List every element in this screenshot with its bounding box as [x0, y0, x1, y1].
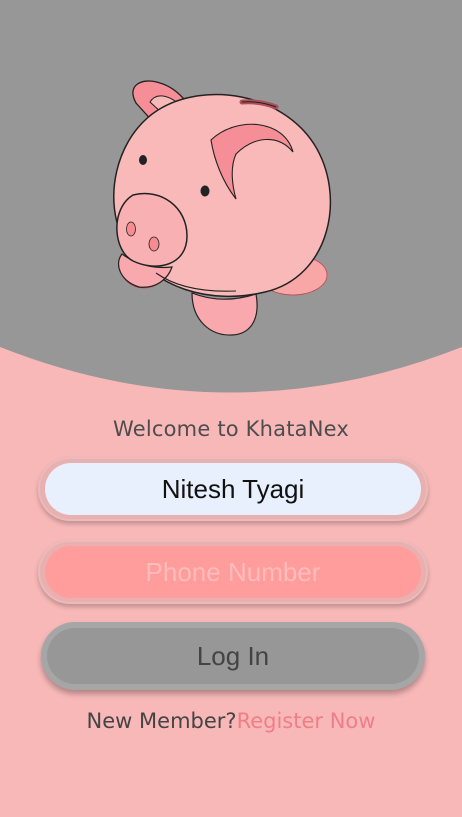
name-field-container — [38, 457, 428, 521]
phone-number-input[interactable] — [45, 546, 421, 598]
register-prompt: New Member?Register Now — [0, 709, 462, 733]
login-button[interactable]: Log In — [47, 628, 419, 684]
name-input[interactable] — [45, 463, 421, 515]
welcome-heading: Welcome to KhataNex — [112, 417, 350, 441]
register-now-link[interactable]: Register Now — [237, 709, 376, 733]
piggy-bank-icon — [108, 78, 340, 340]
login-button-container: Log In — [41, 622, 425, 690]
new-member-text: New Member? — [86, 709, 237, 733]
phone-field-container — [38, 540, 428, 604]
